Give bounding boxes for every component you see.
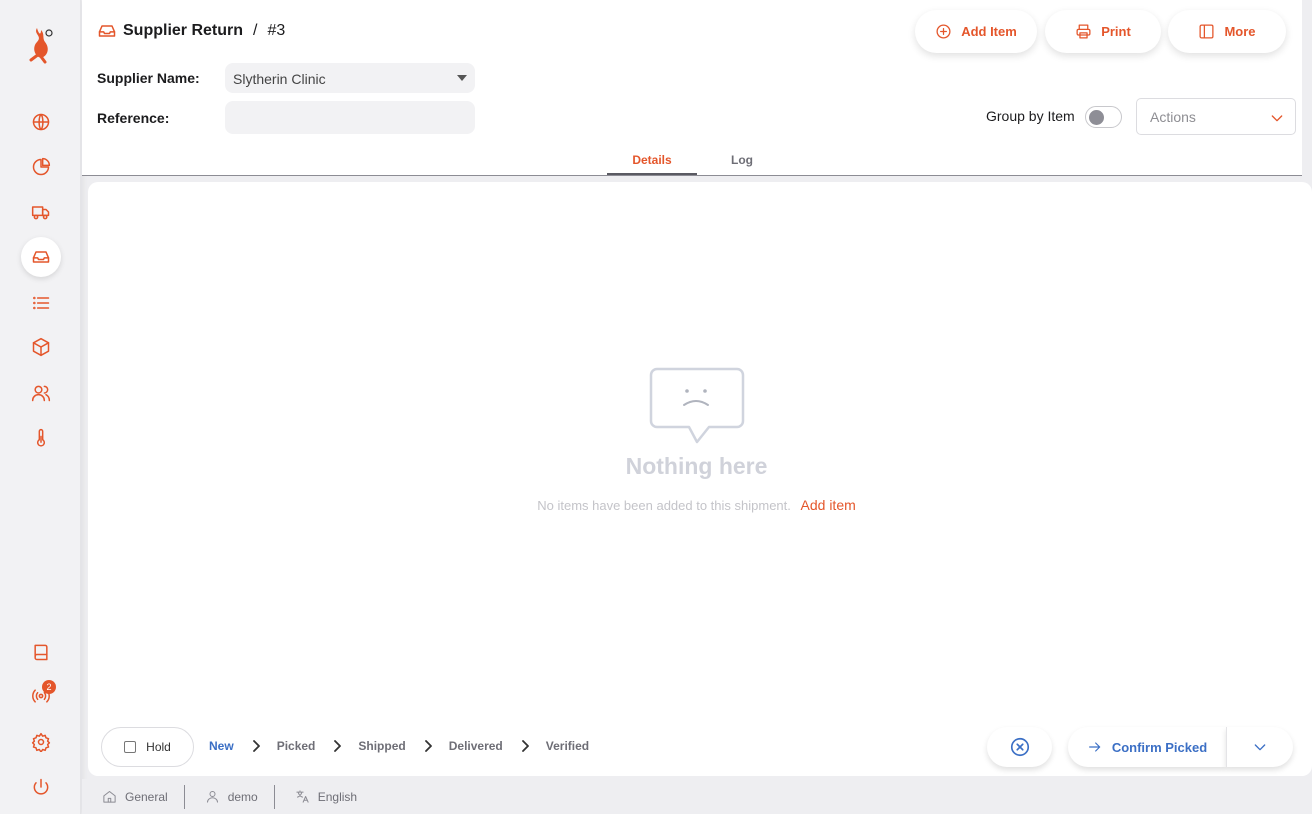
book-icon [34,644,48,661]
footer: General demo English [82,779,1312,814]
title-separator: / [253,22,258,39]
sidebar-item-sync[interactable]: 2 [21,676,61,716]
sidebar-item-inventory[interactable] [21,327,61,367]
arrow-right-icon [1088,742,1101,752]
add-item-button[interactable]: Add Item [915,10,1037,53]
actions-placeholder: Actions [1150,109,1196,125]
truck-icon [31,206,50,220]
more-button[interactable]: More [1168,10,1286,53]
add-item-link[interactable]: Add item [801,497,856,513]
sidebar-item-catalogue[interactable] [21,283,61,323]
sidebar-item-dispensary[interactable] [21,373,61,413]
print-label: Print [1101,24,1131,39]
home-icon [103,791,116,803]
confirm-picked-label: Confirm Picked [1111,739,1208,755]
hold-checkbox[interactable] [124,741,137,753]
users-icon [31,385,51,402]
sidebar-item-cold-chain[interactable] [21,418,61,458]
step-picked: Picked [276,739,316,753]
app-logo[interactable] [25,24,57,64]
shipment-number: #3 [267,22,286,39]
thermometer-icon [36,428,46,447]
confirm-options-button[interactable] [1226,727,1293,767]
sad-message-icon [649,367,745,447]
more-label: More [1224,24,1256,39]
chevron-down-icon [1254,744,1266,751]
empty-state-description: No items have been added to this shipmen… [88,497,1305,513]
footer-store[interactable]: General [82,784,185,809]
store-name: General [125,789,168,804]
footer-user[interactable]: demo [185,784,275,809]
sidebar-item-settings[interactable] [21,722,61,762]
step-delivered: Delivered [448,739,503,753]
sidebar-item-distribution[interactable] [21,192,61,232]
caret-down-icon [457,75,467,81]
language-name: English [317,789,358,804]
reference-label: Reference: [97,110,170,126]
add-item-label: Add Item [961,24,1017,39]
tab-details[interactable]: Details [607,150,697,175]
hold-label: Hold [146,740,171,754]
user-name: demo [227,789,258,804]
step-new: New [209,739,234,753]
actions-dropdown[interactable]: Actions [1136,98,1296,135]
sidebar-panel-icon [1199,24,1214,39]
sidebar-item-dashboard[interactable] [21,102,61,142]
tab-bar: Details Log [82,150,1302,176]
chevron-right-icon [252,740,261,752]
reference-input[interactable] [225,101,475,134]
detail-content: Nothing here No items have been added to… [88,182,1312,776]
sidebar-item-help[interactable] [21,632,61,672]
plus-circle-icon [936,24,951,39]
hold-button[interactable]: Hold [101,727,194,767]
step-verified: Verified [545,739,590,753]
chevron-right-icon [424,740,433,752]
list-icon [33,296,50,310]
pie-chart-icon [32,157,51,176]
confirm-picked-button[interactable]: Confirm Picked [1068,727,1226,767]
empty-state-text: No items have been added to this shipmen… [537,498,791,513]
chevron-right-icon [521,740,530,752]
sidebar-item-replenishment[interactable] [21,237,61,277]
supplier-name-label: Supplier Name: [97,70,200,86]
group-by-item-toggle[interactable] [1085,106,1122,128]
page-title: Supplier Return / #3 [97,21,285,41]
step-shipped: Shipped [358,739,406,753]
sync-badge: 2 [42,680,56,694]
sidebar-item-logout[interactable] [21,767,61,807]
cancel-button[interactable] [987,727,1052,767]
package-icon [32,337,50,357]
inbox-icon [32,251,50,263]
user-icon [206,791,218,803]
supplier-select[interactable]: Slytherin Clinic [225,63,475,93]
inbox-icon [98,25,116,37]
page-title-text: Supplier Return [123,22,244,39]
footer-language[interactable]: English [275,785,373,809]
print-button[interactable]: Print [1045,10,1161,53]
supplier-value: Slytherin Clinic [233,71,326,87]
empty-state-title: Nothing here [625,453,768,479]
tab-log[interactable]: Log [697,150,787,175]
chevron-down-icon [1271,115,1283,122]
status-steps: New Picked Shipped Delivered Verified [209,739,589,753]
sidebar-item-reports[interactable] [21,147,61,187]
detail-header: Supplier Return / #3 Add Item Print More… [82,0,1302,176]
sidebar: 2 [0,0,81,814]
close-circle-icon [1010,737,1029,757]
translate-icon [296,790,309,803]
settings-icon [31,732,51,752]
globe-icon [32,113,50,131]
toggle-knob [1089,110,1104,125]
chevron-right-icon [333,740,342,752]
group-by-item-label: Group by Item [986,108,1075,124]
power-icon [33,778,49,795]
printer-icon [1076,24,1091,39]
